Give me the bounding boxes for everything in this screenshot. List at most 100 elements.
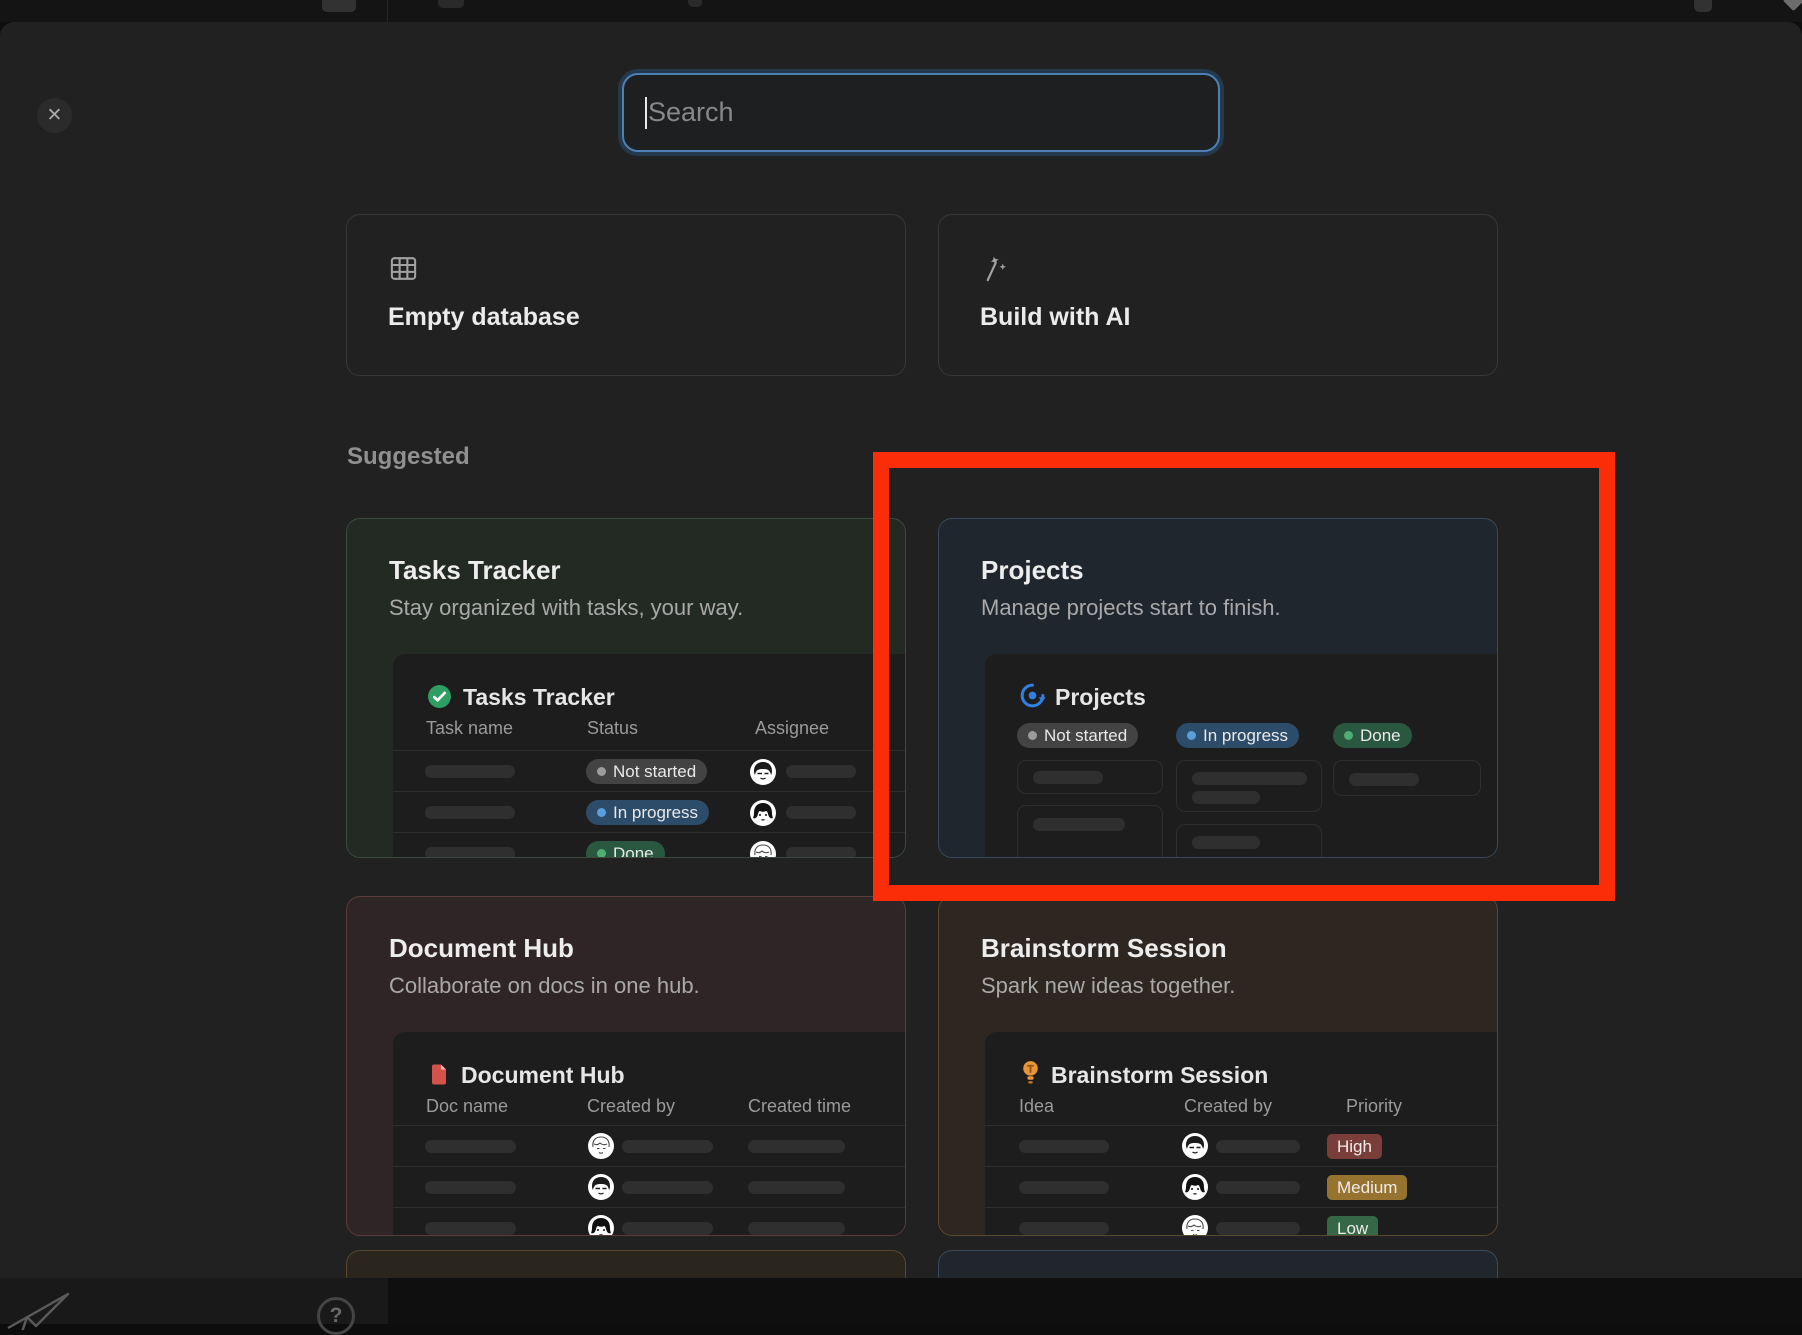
template-title: Projects (981, 555, 1084, 586)
column-header: Idea (1019, 1096, 1054, 1117)
skeleton-bar (748, 1181, 845, 1194)
skeleton-bar (1192, 836, 1260, 849)
skeleton-bar (786, 765, 856, 778)
skeleton-bar (1019, 1222, 1109, 1235)
skeleton-bar (425, 1181, 516, 1194)
background-app-topbar (0, 0, 1802, 22)
board-card (1017, 760, 1163, 794)
status-dot (597, 849, 606, 858)
template-preview: Document Hub Doc name Created by Created… (393, 1032, 906, 1235)
question-icon: ? (330, 1304, 343, 1328)
priority-pill-low: Low (1327, 1216, 1378, 1236)
avatar (750, 800, 776, 826)
priority-pill-medium: Medium (1327, 1175, 1407, 1200)
status-label: Done (1360, 726, 1401, 746)
status-label: In progress (1203, 726, 1288, 746)
status-dot (1187, 731, 1196, 740)
board-column-in-progress: In progress (1176, 723, 1299, 748)
status-dot (1344, 731, 1353, 740)
skeleton-bar (425, 847, 515, 858)
build-with-ai-label: Build with AI (980, 303, 1130, 332)
column-header: Created by (1184, 1096, 1272, 1117)
board-column-done: Done (1333, 723, 1412, 748)
toolbar-icon-fragment (322, 0, 356, 12)
document-icon (427, 1062, 451, 1092)
skeleton-bar (1192, 791, 1260, 804)
status-pill-not-started: Not started (586, 759, 707, 784)
template-description: Stay organized with tasks, your way. (389, 595, 743, 621)
template-card-projects[interactable]: Projects Manage projects start to finish… (938, 518, 1498, 858)
toolbar-icon-fragment (1694, 0, 1712, 12)
skeleton-bar (1019, 1140, 1109, 1153)
empty-database-label: Empty database (388, 303, 580, 332)
template-card-document-hub[interactable]: Document Hub Collaborate on docs in one … (346, 896, 906, 1236)
status-label: Not started (1044, 726, 1127, 746)
template-picker-screen: { "icons": { "close": "✕", "question": "… (0, 0, 1802, 1324)
skeleton-bar (622, 1222, 713, 1235)
template-card-tasks-tracker[interactable]: Tasks Tracker Stay organized with tasks,… (346, 518, 906, 858)
skeleton-bar (1033, 818, 1125, 831)
table-row: Medium (985, 1166, 1498, 1208)
avatar (750, 759, 776, 785)
status-label: In progress (613, 803, 698, 823)
template-card-partial[interactable] (346, 1250, 906, 1278)
skeleton-bar (622, 1181, 713, 1194)
priority-pill-high: High (1327, 1134, 1382, 1159)
template-card-partial[interactable] (938, 1250, 1498, 1278)
skeleton-bar (1192, 772, 1307, 785)
text-caret (645, 97, 647, 129)
table-row (393, 1207, 906, 1236)
preview-title: Brainstorm Session (1051, 1062, 1268, 1089)
template-title: Tasks Tracker (389, 555, 561, 586)
status-dot (597, 808, 606, 817)
template-card-brainstorm-session[interactable]: Brainstorm Session Spark new ideas toget… (938, 896, 1498, 1236)
skeleton-bar (425, 806, 515, 819)
preview-title: Document Hub (461, 1062, 625, 1089)
sidebar-divider (387, 0, 388, 22)
skeleton-bar (1033, 771, 1103, 784)
preview-title: Projects (1055, 684, 1146, 711)
search-input[interactable] (624, 75, 1218, 150)
board-card (1017, 805, 1163, 858)
skeleton-bar (748, 1140, 845, 1153)
template-title: Document Hub (389, 933, 574, 964)
new-database-modal: ✕ Empty database Build with AI Suggested… (0, 22, 1802, 1278)
build-with-ai-card[interactable]: Build with AI (938, 214, 1498, 376)
status-pill-in-progress: In progress (586, 800, 709, 825)
close-button[interactable]: ✕ (37, 98, 72, 133)
table-row (393, 1166, 906, 1208)
skeleton-bar (1349, 773, 1419, 786)
status-dot (597, 767, 606, 776)
avatar (1182, 1174, 1208, 1200)
table-row: Not started (393, 750, 906, 792)
table-row: High (985, 1125, 1498, 1167)
avatar (588, 1174, 614, 1200)
column-header: Created time (748, 1096, 851, 1117)
skeleton-bar (1216, 1140, 1300, 1153)
template-description: Collaborate on docs in one hub. (389, 973, 700, 999)
suggested-heading: Suggested (347, 443, 470, 471)
template-title: Brainstorm Session (981, 933, 1227, 964)
table-row: Low (985, 1207, 1498, 1236)
status-pill-done: Done (586, 841, 665, 858)
skeleton-bar (786, 806, 856, 819)
avatar (588, 1215, 614, 1236)
board-card (1176, 824, 1322, 858)
column-header: Doc name (426, 1096, 508, 1117)
send-feedback-icon[interactable] (4, 1290, 76, 1335)
skeleton-bar (425, 1222, 516, 1235)
toolbar-icon-fragment (688, 0, 702, 7)
search-box (622, 73, 1220, 152)
empty-database-card[interactable]: Empty database (346, 214, 906, 376)
ai-wand-icon (980, 253, 1011, 289)
priority-label: Low (1337, 1219, 1368, 1237)
skeleton-bar (425, 765, 515, 778)
circular-arrow-icon (1019, 682, 1046, 714)
help-button[interactable]: ? (317, 1297, 355, 1335)
avatar (1182, 1133, 1208, 1159)
avatar (588, 1133, 614, 1159)
skeleton-bar (1216, 1222, 1300, 1235)
skeleton-bar (1019, 1181, 1109, 1194)
status-label: Done (613, 844, 654, 859)
lightbulb-icon (1019, 1059, 1042, 1091)
